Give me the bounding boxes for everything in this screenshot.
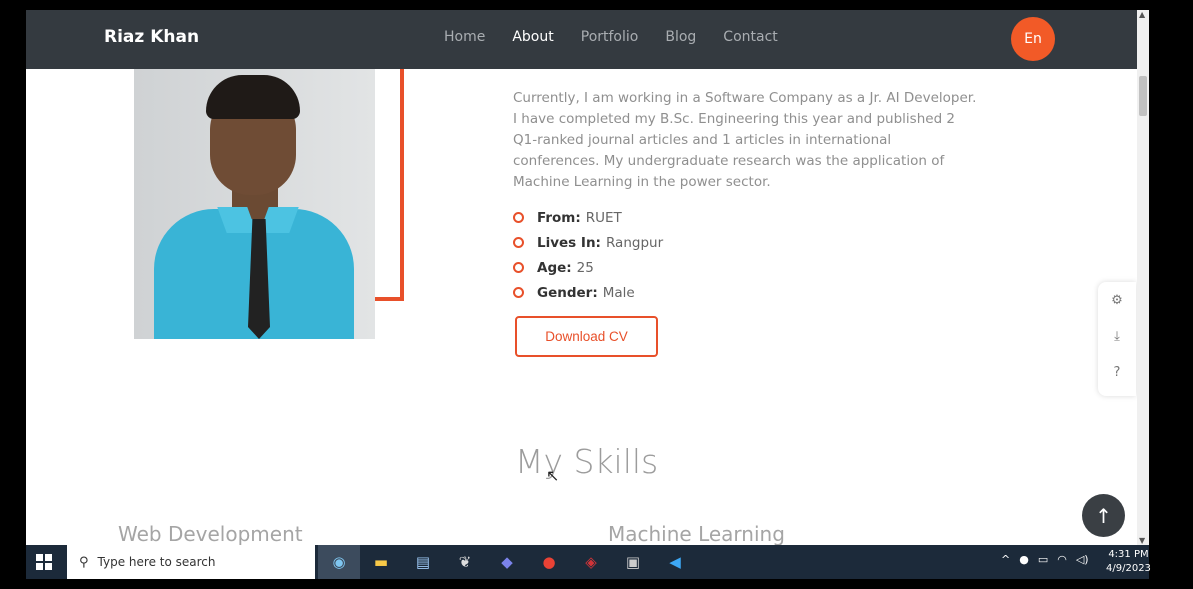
windows-taskbar: ⚲ Type here to search ◉ ▬ ▤ ❦ ◆ ● ◈ ▣ ◀ … xyxy=(26,545,1151,579)
chevron-up-icon[interactable]: ^ xyxy=(1001,553,1010,566)
mouse-cursor-icon: ↖ xyxy=(546,466,560,485)
nav-home[interactable]: Home xyxy=(444,29,485,45)
taskbar-search[interactable]: ⚲ Type here to search xyxy=(67,545,315,579)
battery-icon[interactable]: ▭ xyxy=(1038,553,1048,566)
info-key: Gender: xyxy=(537,284,598,301)
info-item: Lives In: Rangpur xyxy=(513,230,663,255)
scroll-up-icon[interactable]: ▲ xyxy=(1139,10,1145,19)
personal-info-list: From: RUET Lives In: Rangpur Age: 25 Gen… xyxy=(513,205,663,305)
wifi-icon[interactable]: ◠ xyxy=(1057,553,1067,566)
gear-icon[interactable]: ⚙ xyxy=(1098,282,1136,318)
terminal-icon[interactable]: ▣ xyxy=(612,545,654,579)
bullet-icon xyxy=(513,237,524,248)
nav-blog[interactable]: Blog xyxy=(665,29,696,45)
clock-time: 4:31 PM xyxy=(1108,549,1149,560)
vertical-scrollbar[interactable]: ▲ ▼ xyxy=(1137,10,1149,545)
app-red-icon[interactable]: ◈ xyxy=(570,545,612,579)
photo-accent-frame-bottom xyxy=(375,297,404,301)
info-item: From: RUET xyxy=(513,205,663,230)
info-value: 25 xyxy=(576,259,594,276)
photo-accent-frame xyxy=(400,69,404,301)
skills-title: My Skills xyxy=(515,442,659,481)
about-bio: Currently, I am working in a Software Co… xyxy=(513,90,977,190)
browser-viewport: Riaz Khan Home About Portfolio Blog Cont… xyxy=(26,10,1149,545)
microphone-icon[interactable]: ● xyxy=(1019,553,1029,566)
info-item: Gender: Male xyxy=(513,280,663,305)
nav-about[interactable]: About xyxy=(512,29,553,45)
info-value: Rangpur xyxy=(605,234,664,251)
skill-category-ml: Machine Learning xyxy=(608,522,785,545)
windows-start-icon[interactable] xyxy=(36,554,52,570)
scrollbar-thumb[interactable] xyxy=(1139,76,1147,116)
info-value: Male xyxy=(602,284,635,301)
taskbar-apps: ◉ ▬ ▤ ❦ ◆ ● ◈ ▣ ◀ xyxy=(318,545,696,579)
clock-date: 4/9/2023 xyxy=(1106,563,1151,574)
info-key: Lives In: xyxy=(537,234,601,251)
chrome-icon[interactable]: ● xyxy=(528,545,570,579)
app-bird-icon[interactable]: ❦ xyxy=(444,545,486,579)
download-icon[interactable]: ⤓ xyxy=(1098,318,1136,354)
info-key: From: xyxy=(537,209,581,226)
scroll-to-top-button[interactable]: ↑ xyxy=(1082,494,1125,537)
navbar: Riaz Khan Home About Portfolio Blog Cont… xyxy=(26,10,1137,69)
bullet-icon xyxy=(513,262,524,273)
skill-category-web: Web Development xyxy=(118,522,303,545)
brand-logo[interactable]: Riaz Khan xyxy=(104,27,199,47)
app-window-icon[interactable]: ▤ xyxy=(402,545,444,579)
bullet-icon xyxy=(513,212,524,223)
help-icon[interactable]: ? xyxy=(1098,354,1136,390)
file-explorer-icon[interactable]: ▬ xyxy=(360,545,402,579)
bullet-icon xyxy=(513,287,524,298)
nav-portfolio[interactable]: Portfolio xyxy=(581,29,639,45)
nav-contact[interactable]: Contact xyxy=(723,29,777,45)
side-toolbar: ⚙ ⤓ ? xyxy=(1098,282,1136,396)
info-value: RUET xyxy=(585,209,622,226)
app-avatar-icon[interactable]: ◉ xyxy=(318,545,360,579)
nav-menu: Home About Portfolio Blog Contact xyxy=(444,29,805,45)
taskbar-clock[interactable]: 4:31 PM 4/9/2023 xyxy=(1106,548,1151,576)
language-button[interactable]: En xyxy=(1011,17,1055,61)
system-tray: ^ ● ▭ ◠ ◁) xyxy=(1001,553,1089,566)
scroll-down-icon[interactable]: ▼ xyxy=(1139,536,1145,545)
download-cv-button[interactable]: Download CV xyxy=(515,316,658,357)
profile-photo xyxy=(134,69,375,339)
volume-icon[interactable]: ◁) xyxy=(1076,553,1089,566)
search-icon: ⚲ xyxy=(79,554,89,570)
info-key: Age: xyxy=(537,259,572,276)
vscode-icon[interactable]: ◀ xyxy=(654,545,696,579)
info-item: Age: 25 xyxy=(513,255,663,280)
teams-icon[interactable]: ◆ xyxy=(486,545,528,579)
search-placeholder: Type here to search xyxy=(97,555,216,569)
